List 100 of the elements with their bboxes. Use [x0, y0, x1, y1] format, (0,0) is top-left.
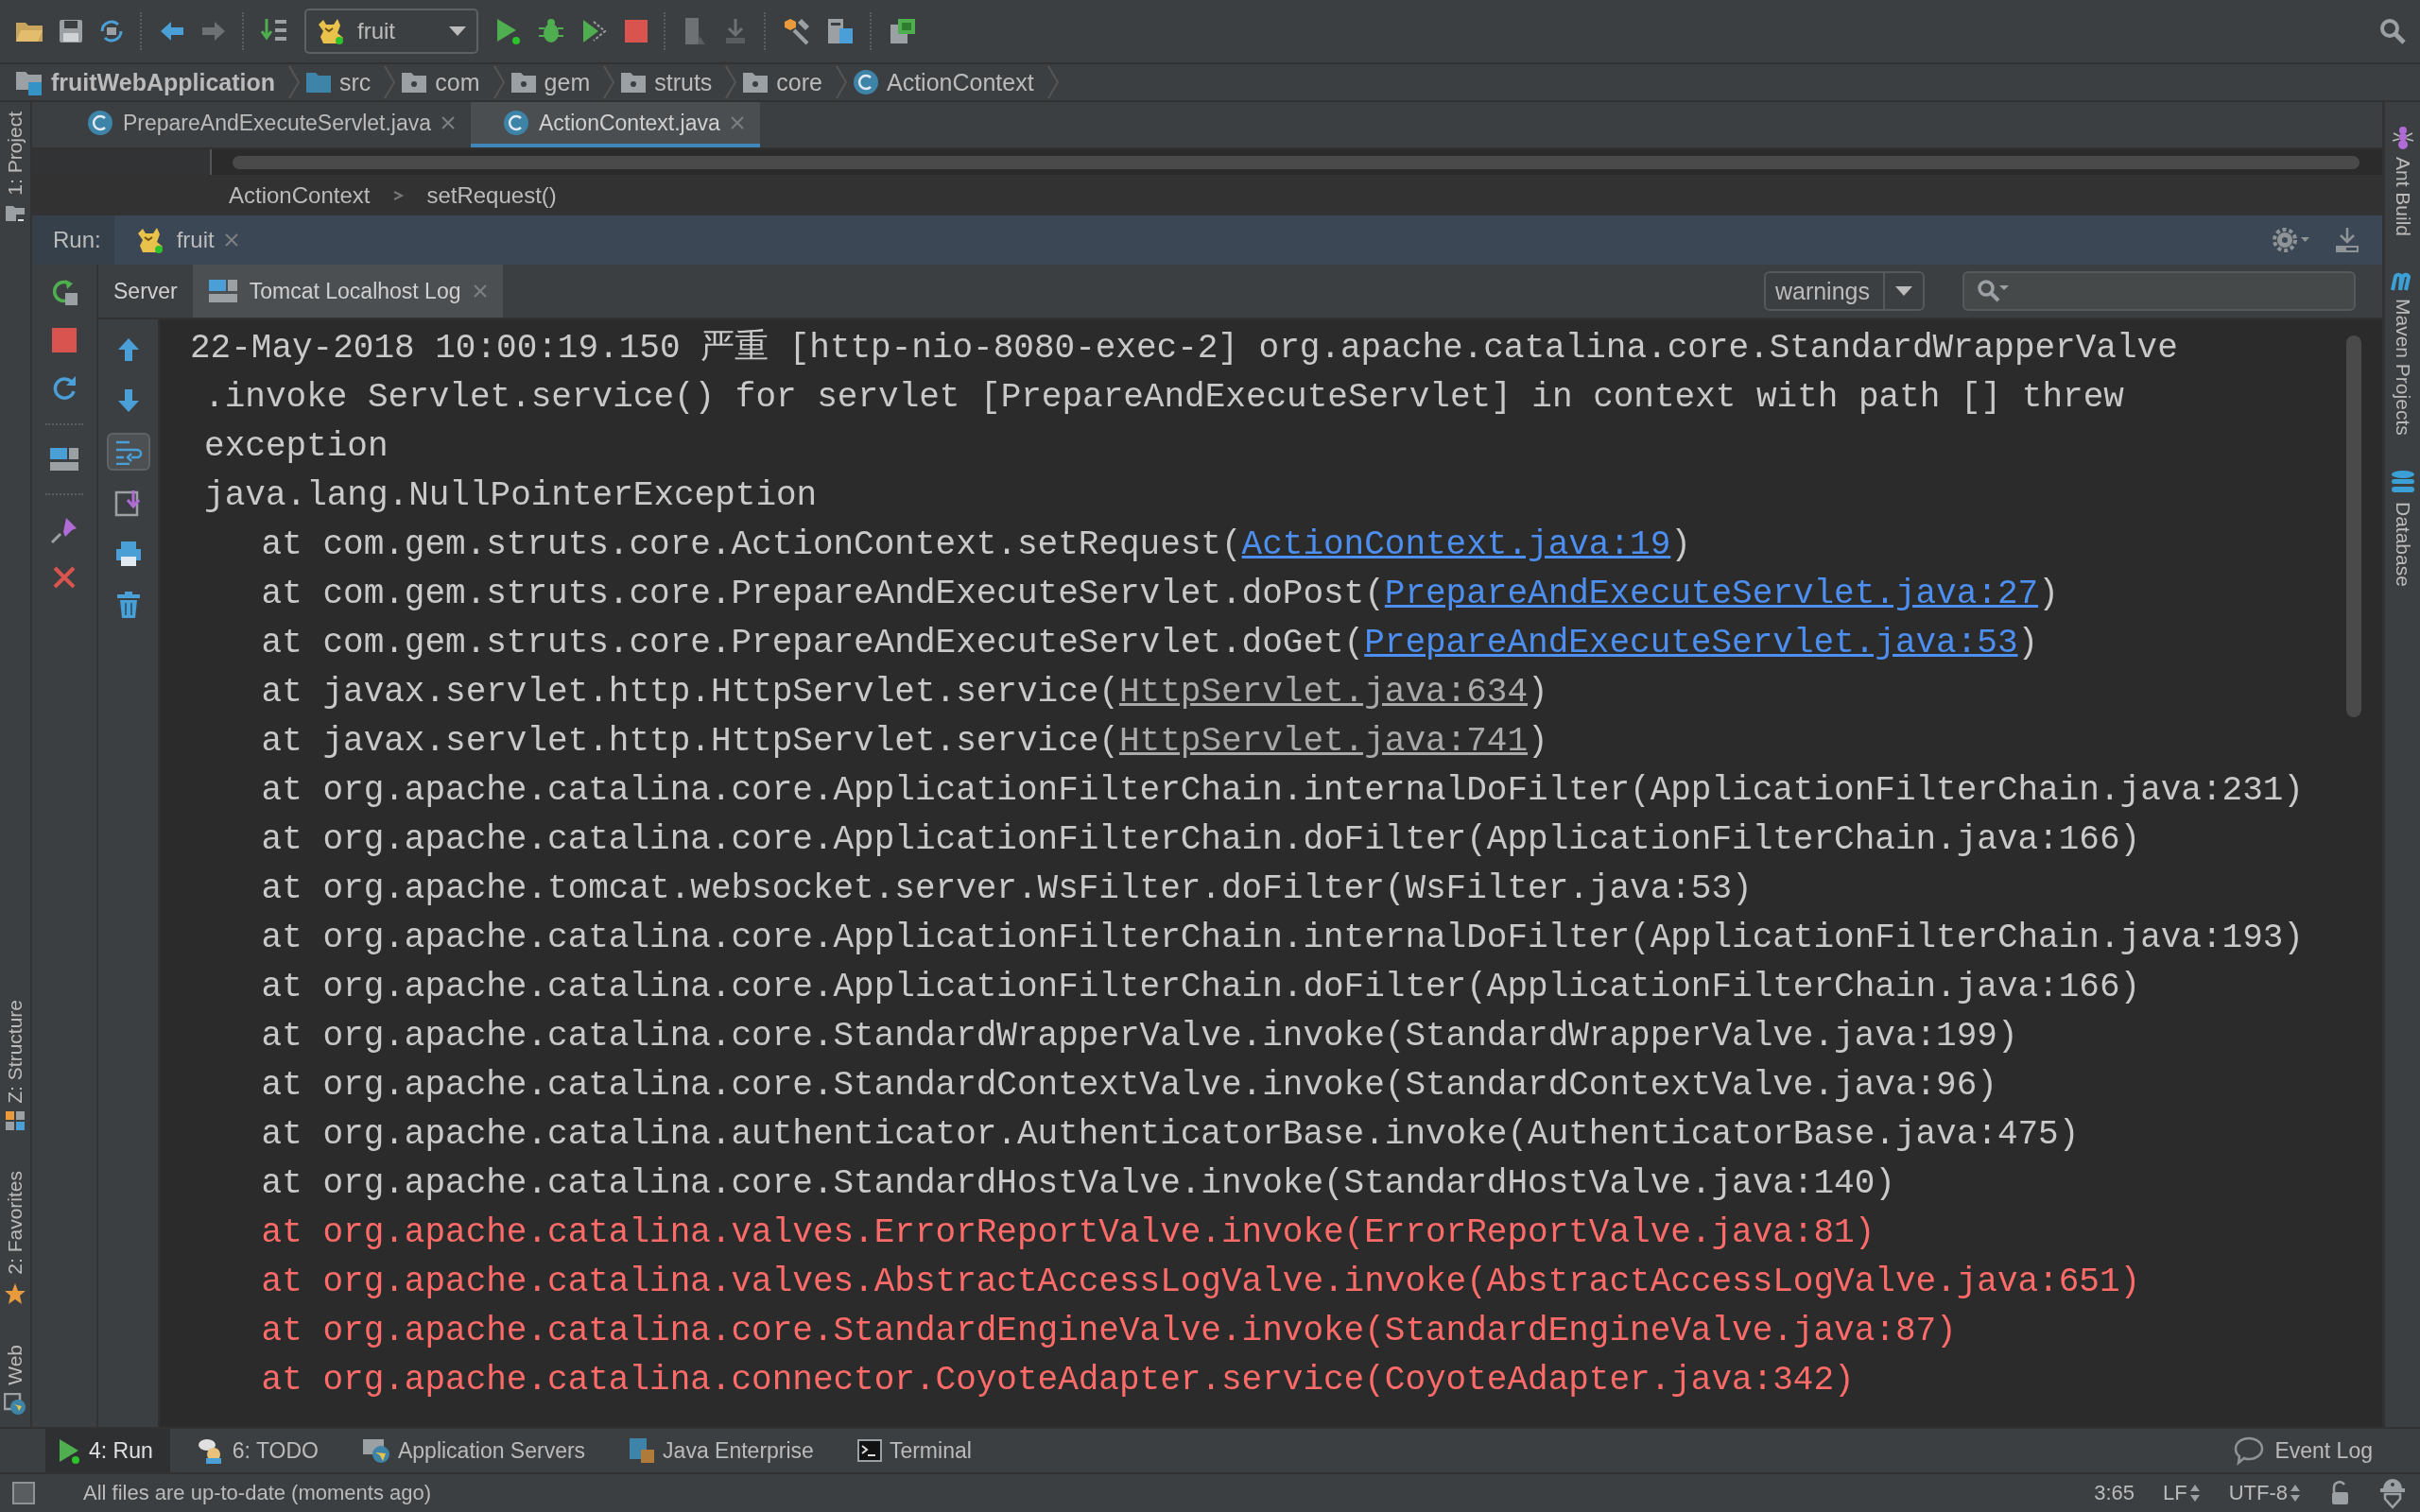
- chevron-icon: [491, 65, 505, 99]
- editor-tab[interactable]: ActionContext.java: [471, 102, 760, 147]
- source-link[interactable]: PrepareAndExecuteServlet.java:27: [1384, 575, 2039, 613]
- coverage-icon[interactable]: [580, 17, 609, 45]
- filter-dropdown[interactable]: warnings: [1763, 271, 1925, 311]
- run-configuration-dropdown[interactable]: fruit: [304, 9, 478, 54]
- horizontal-scrollbar[interactable]: [233, 155, 2360, 169]
- class-icon: [87, 110, 113, 136]
- close-icon[interactable]: [223, 232, 239, 248]
- search-icon: [1976, 278, 2010, 304]
- chevron-icon: [382, 65, 396, 99]
- search-field[interactable]: [1962, 271, 2356, 311]
- chevron-icon: [834, 65, 847, 99]
- chevron-icon: [1045, 65, 1059, 99]
- settings-icon[interactable]: [2273, 228, 2310, 252]
- class-icon: [503, 110, 530, 136]
- line-separator-selector[interactable]: LF: [2163, 1481, 2201, 1505]
- print-icon: [113, 540, 143, 568]
- wrench-icon[interactable]: [783, 17, 811, 45]
- layout-icon[interactable]: [49, 446, 79, 472]
- source-link[interactable]: PrepareAndExecuteServlet.java:53: [1364, 624, 2018, 662]
- breadcrumb-item[interactable]: core: [742, 68, 828, 96]
- log-line: at org.apache.catalina.valves.ErrorReportValve.invoke(ErrorReportValve.java:81): [260, 1212, 1876, 1254]
- caret-icon: [1894, 285, 1913, 297]
- stop-icon[interactable]: [51, 327, 78, 353]
- log-line: at org.apache.catalina.core.ApplicationFilterChain.doFilter(ApplicationFilterChain.java:166): [260, 967, 2142, 1008]
- module-icon: [15, 69, 43, 95]
- close-icon[interactable]: [441, 115, 457, 130]
- pin-icon[interactable]: [50, 516, 78, 544]
- editor-tab[interactable]: PrepareAndExecuteServlet.java: [55, 102, 472, 147]
- lock-icon[interactable]: [2329, 1481, 2350, 1505]
- toggle-button[interactable]: [106, 433, 150, 471]
- terminal-icon: [856, 1439, 882, 1462]
- source-link[interactable]: HttpServlet.java:634: [1118, 673, 1529, 712]
- log-line: at org.apache.tomcat.websocket.server.WsFilter.doFilter(WsFilter.java:53): [260, 868, 1754, 910]
- close-icon[interactable]: [472, 284, 488, 299]
- caret-icon: [448, 26, 467, 37]
- run-tab[interactable]: fruit: [113, 215, 254, 265]
- tool-window-button[interactable]: Z: Structure: [4, 999, 26, 1132]
- back-arrow-icon[interactable]: [159, 20, 185, 43]
- tool-window-tab[interactable]: Terminal: [845, 1429, 989, 1472]
- log-line: at org.apache.catalina.authenticator.AuthenticatorBase.invoke(AuthenticatorBase.java:475): [260, 1114, 2081, 1156]
- tool-window-button[interactable]: Web: [4, 1345, 26, 1416]
- tool-window-tab[interactable]: Java Enterprise: [617, 1429, 831, 1472]
- tool-window-tab[interactable]: 6: TODO: [184, 1429, 336, 1472]
- sync-icon[interactable]: [98, 18, 125, 44]
- structure-icon[interactable]: [826, 17, 855, 45]
- console-tab[interactable]: Tomcat Localhost Log: [192, 265, 503, 318]
- chevron-icon: [286, 65, 301, 99]
- run-label: Run:: [32, 215, 114, 265]
- breadcrumb-item[interactable]: setRequest(): [426, 181, 557, 209]
- breadcrumb-item[interactable]: fruitWebApplication: [15, 68, 282, 96]
- close-icon[interactable]: [729, 115, 745, 130]
- tool-window-button[interactable]: Ant Build: [2390, 125, 2415, 237]
- chevron-icon: [723, 65, 737, 99]
- tool-window-button[interactable]: 1: Project: [4, 112, 26, 224]
- inspector-icon[interactable]: [2378, 1477, 2407, 1509]
- breadcrumb-item[interactable]: ActionContext: [853, 68, 1040, 96]
- log-line: exception: [203, 426, 389, 468]
- search-icon[interactable]: [2378, 17, 2407, 45]
- window-icon: [207, 278, 238, 304]
- folder-icon: [305, 71, 333, 94]
- tool-window-tab[interactable]: Application Servers: [350, 1429, 603, 1472]
- source-link[interactable]: HttpServlet.java:741: [1118, 722, 1529, 761]
- disk-icon[interactable]: [889, 17, 917, 45]
- log-line: at org.apache.catalina.core.StandardWrapperValve.invoke(StandardWrapperValve.java:199): [260, 1016, 2019, 1057]
- breadcrumb-item[interactable]: src: [305, 68, 377, 96]
- close-icon[interactable]: [52, 565, 77, 590]
- tool-window-button[interactable]: 2: Favorites: [4, 1171, 26, 1306]
- encoding-selector[interactable]: UTF-8: [2228, 1481, 2301, 1505]
- log-line: java.lang.NullPointerException: [203, 475, 819, 517]
- up-arrow-icon: [115, 336, 141, 363]
- log-line: at org.apache.catalina.core.StandardContextValve.invoke(StandardContextValve.java:96): [260, 1065, 1998, 1107]
- save-icon[interactable]: [59, 19, 83, 43]
- breadcrumb-item[interactable]: com: [401, 68, 486, 96]
- forward-arrow-icon[interactable]: [200, 20, 227, 43]
- tool-window-tab[interactable]: 4: Run: [45, 1429, 170, 1472]
- log-line: at org.apache.catalina.valves.AbstractAccessLogValve.invoke(AbstractAccessLogValve.java:651): [260, 1262, 2142, 1303]
- bug-icon[interactable]: [537, 17, 565, 45]
- run-icon: [57, 1437, 81, 1464]
- breadcrumb-item[interactable]: ActionContext: [229, 181, 371, 209]
- tool-window-button[interactable]: Database: [2390, 469, 2415, 587]
- cursor-position[interactable]: 3:65: [2094, 1481, 2135, 1505]
- log-line: at org.apache.catalina.core.StandardEngineValve.invoke(StandardEngineValve.java:87): [260, 1311, 1958, 1352]
- stop-icon[interactable]: [624, 19, 648, 43]
- rerun-icon[interactable]: [50, 278, 78, 306]
- console-tab[interactable]: Server: [98, 265, 193, 318]
- vertical-scrollbar[interactable]: [2346, 335, 2361, 717]
- tool-window-button[interactable]: Maven Projects: [2389, 270, 2416, 436]
- breadcrumb-item[interactable]: struts: [620, 68, 718, 96]
- source-link[interactable]: ActionContext.java:19: [1241, 525, 1671, 564]
- database-icon: [2390, 469, 2415, 494]
- log-line: at org.apache.catalina.core.ApplicationFilterChain.doFilter(ApplicationFilterChain.java:166): [260, 819, 2142, 861]
- log-line: 22-May-2018 10:00:19.150 严重 [http-nio-8080-exec-2] org.apache.catalina.core.StandardWrapperValve: [190, 328, 2179, 369]
- status-message: All files are up-to-date (moments ago): [83, 1481, 432, 1505]
- device-icon[interactable]: [683, 17, 707, 45]
- event-log-button[interactable]: Event Log: [2233, 1429, 2373, 1472]
- log-line: .invoke Servlet.service() for servlet [PrepareAndExecuteServlet] in context with path [] threw: [203, 377, 2125, 419]
- panel-toggle-icon[interactable]: [11, 1481, 36, 1505]
- breadcrumb-item[interactable]: gem: [510, 68, 596, 96]
